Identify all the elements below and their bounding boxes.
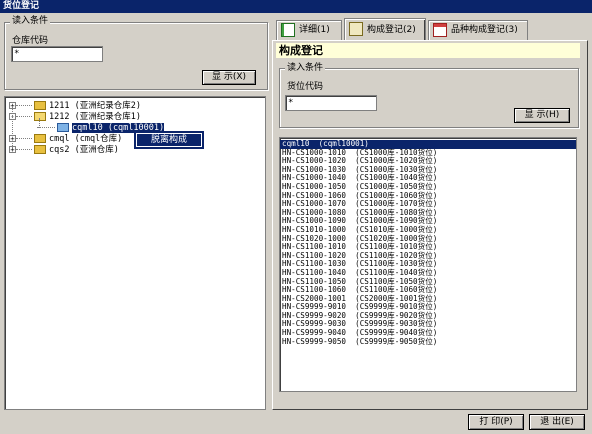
form-icon: [433, 23, 447, 37]
notebook-icon: [349, 22, 363, 36]
section-title: 构成登记: [276, 43, 580, 58]
tree-connector: [12, 106, 13, 148]
tree-item-label: 1212 (亚洲纪录仓库1): [49, 112, 141, 122]
tab-variety-composition[interactable]: 品种构成登记(3): [428, 20, 528, 40]
list-item[interactable]: HN-CS9999-9050 (CS9999库-9050货位): [280, 337, 576, 347]
folder-open-icon: [34, 112, 46, 121]
tab-label: 构成登记(2): [367, 25, 416, 35]
tree-item-label: 1211 (亚洲纪录仓库2): [49, 101, 141, 111]
tab-label: 品种构成登记(3): [451, 25, 518, 35]
tab-detail[interactable]: 详细(1): [276, 20, 342, 40]
tab-composition[interactable]: 构成登记(2): [344, 18, 426, 40]
tree-item-label: cqs2 (亚洲仓库): [49, 145, 119, 155]
context-menu-detach-item[interactable]: 脱离构成: [137, 134, 201, 146]
folder-icon: [34, 145, 46, 154]
warehouse-code-input[interactable]: *: [11, 46, 103, 62]
tree-connector: [39, 118, 40, 128]
window-title: 货位登记: [0, 0, 592, 13]
context-menu: 脱离构成: [134, 131, 204, 149]
location-code-label: 货位代码: [287, 82, 324, 92]
folder-icon: [34, 134, 46, 143]
tree-item-cqs2[interactable]: + cqs2 (亚洲仓库): [9, 144, 119, 156]
right-group-title: 读入条件: [285, 63, 326, 73]
left-group-title: 读入条件: [10, 16, 51, 26]
location-code-input[interactable]: *: [285, 95, 377, 111]
warehouse-tree[interactable]: +1211 (亚洲纪录仓库2) -1212 (亚洲纪录仓库1) cqml10 (…: [4, 96, 266, 410]
tree-item-label: cmql (cmql仓库): [49, 134, 123, 144]
folder-icon: [57, 123, 69, 132]
print-button[interactable]: 打 印(P): [468, 414, 524, 430]
exit-button[interactable]: 退 出(E): [529, 414, 585, 430]
folder-icon: [34, 101, 46, 110]
tab-label: 详细(1): [299, 25, 330, 35]
location-list[interactable]: cqml10 (cqml10001) HN-CS1000-1010 (CS1000…: [279, 137, 577, 392]
right-display-button[interactable]: 显 示(H): [514, 108, 570, 123]
book-icon: [281, 23, 295, 37]
warehouse-code-label: 仓库代码: [12, 36, 49, 46]
left-display-button[interactable]: 显 示(X): [202, 70, 256, 85]
